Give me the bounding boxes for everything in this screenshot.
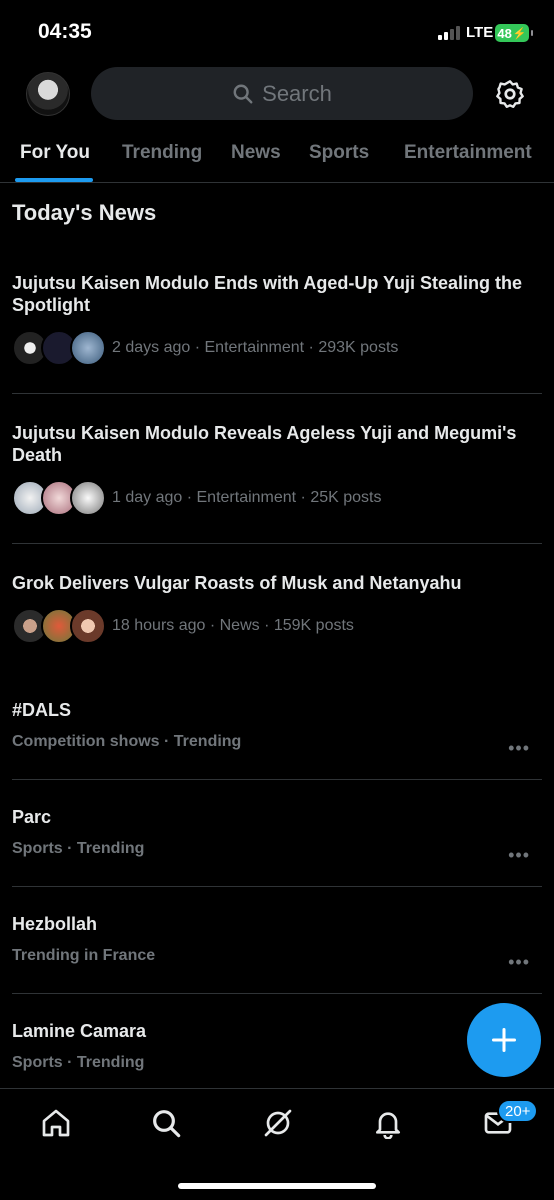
- trend-item[interactable]: #DALS Competition shows · Trending •••: [12, 700, 542, 758]
- trend-title: Lamine Camara: [12, 1021, 147, 1041]
- avatar-stack: [12, 608, 110, 644]
- gear-icon[interactable]: [494, 78, 526, 110]
- divider: [12, 543, 542, 544]
- more-icon[interactable]: •••: [508, 952, 530, 973]
- news-title: Jujutsu Kaisen Modulo Ends with Aged-Up …: [12, 273, 523, 315]
- trend-item[interactable]: Lamine Camara Sports · Trending: [12, 1021, 542, 1072]
- divider: [12, 779, 542, 780]
- tab-entertainment[interactable]: Entertainment: [404, 142, 532, 164]
- more-icon[interactable]: •••: [508, 738, 530, 759]
- bottom-nav: 20+: [0, 1088, 554, 1200]
- explore-icon[interactable]: [150, 1107, 182, 1139]
- news-item[interactable]: Grok Delivers Vulgar Roasts of Musk and …: [12, 572, 542, 644]
- home-icon[interactable]: [40, 1107, 72, 1139]
- plus-icon: [491, 1027, 517, 1053]
- search-icon: [233, 84, 253, 103]
- search-input[interactable]: Search: [91, 67, 473, 120]
- news-item[interactable]: Jujutsu Kaisen Modulo Reveals Ageless Yu…: [12, 422, 542, 516]
- trend-title: #DALS: [12, 700, 72, 720]
- top-bar: Search: [0, 66, 554, 122]
- trend-item[interactable]: Parc Sports · Trending •••: [12, 807, 542, 865]
- tab-sports[interactable]: Sports: [309, 142, 369, 164]
- trend-title: Parc: [12, 807, 52, 827]
- divider: [12, 393, 542, 394]
- trend-subtitle: Sports · Trending: [12, 840, 145, 857]
- news-item[interactable]: Jujutsu Kaisen Modulo Ends with Aged-Up …: [12, 272, 542, 366]
- status-time: 04:35: [38, 20, 92, 43]
- bell-icon[interactable]: [372, 1107, 404, 1139]
- active-tab-indicator: [15, 178, 93, 182]
- avatar: [70, 608, 106, 644]
- avatar-stack: [12, 330, 110, 366]
- more-icon[interactable]: •••: [508, 845, 530, 866]
- search-placeholder: Search: [262, 80, 332, 106]
- battery-level: 48: [497, 25, 512, 41]
- news-title: Grok Delivers Vulgar Roasts of Musk and …: [12, 573, 462, 593]
- trend-subtitle: Competition shows · Trending: [12, 733, 242, 750]
- tab-trending[interactable]: Trending: [122, 142, 202, 164]
- tab-bar: For You Trending News Sports Entertainme…: [0, 130, 554, 183]
- trend-subtitle: Sports · Trending: [12, 1054, 145, 1071]
- news-meta: 18 hours ago · News · 159K posts: [112, 617, 354, 634]
- battery-icon: 48 ⚡: [495, 24, 533, 42]
- avatar-stack: [12, 480, 110, 516]
- trend-title: Hezbollah: [12, 914, 98, 934]
- news-title: Jujutsu Kaisen Modulo Reveals Ageless Yu…: [12, 423, 517, 465]
- news-meta: 1 day ago · Entertainment · 25K posts: [112, 489, 382, 506]
- grok-icon[interactable]: [262, 1107, 294, 1139]
- network-label: LTE: [466, 24, 494, 41]
- compose-button[interactable]: [467, 1003, 541, 1077]
- tab-for-you[interactable]: For You: [20, 142, 90, 164]
- avatar: [70, 330, 106, 366]
- messages-badge: 20+: [497, 1099, 539, 1123]
- status-bar: 04:35 LTE 48 ⚡: [0, 0, 554, 66]
- tab-news[interactable]: News: [231, 142, 281, 164]
- signal-icon: [438, 26, 460, 40]
- news-meta: 2 days ago · Entertainment · 293K posts: [112, 339, 399, 356]
- section-title: Today's News: [12, 200, 157, 225]
- home-indicator: [178, 1183, 376, 1189]
- trend-subtitle: Trending in France: [12, 947, 156, 964]
- divider: [12, 886, 542, 887]
- avatar: [70, 480, 106, 516]
- trend-item[interactable]: Hezbollah Trending in France •••: [12, 914, 542, 972]
- divider: [12, 993, 542, 994]
- avatar[interactable]: [26, 72, 70, 116]
